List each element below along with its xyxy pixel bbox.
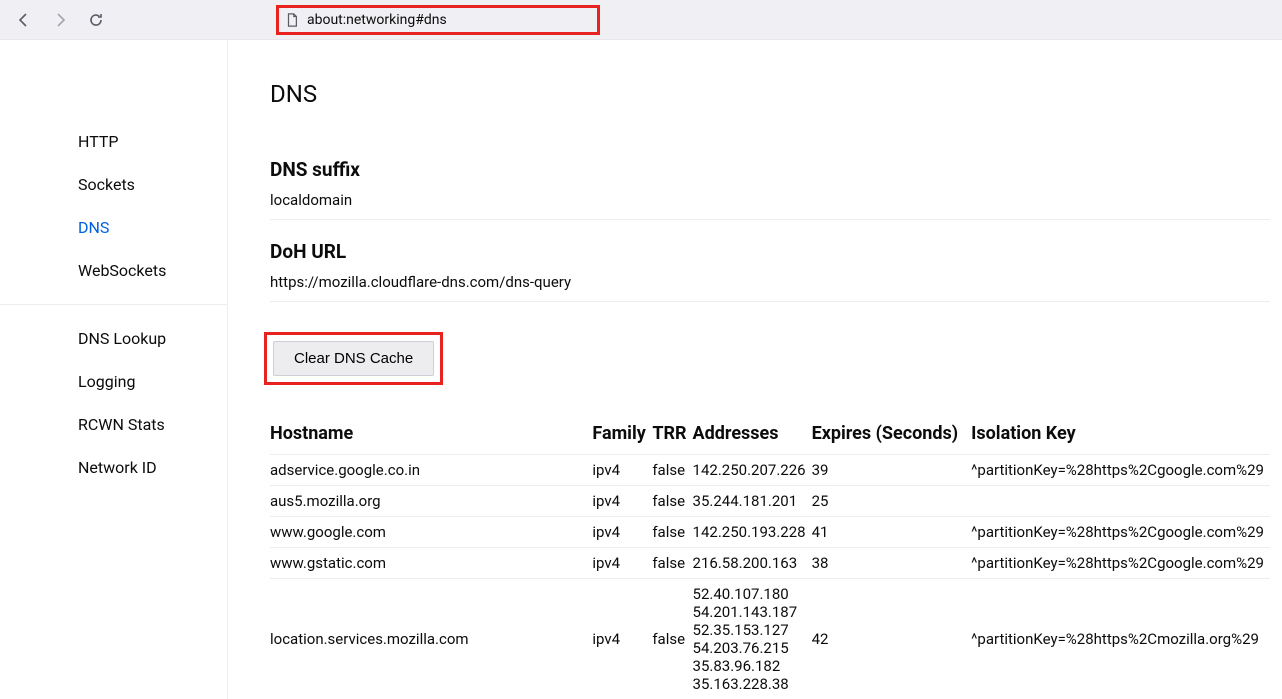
sidebar-item-rcwn-stats[interactable]: RCWN Stats xyxy=(78,403,227,446)
cell-addresses: 216.58.200.163 xyxy=(693,548,812,579)
sidebar-item-dns[interactable]: DNS xyxy=(78,206,227,249)
address-value: 52.40.107.180 xyxy=(693,585,806,603)
cell-expires: 41 xyxy=(812,517,972,548)
cell-addresses: 142.250.193.228 xyxy=(693,517,812,548)
address-value: 35.163.228.38 xyxy=(693,675,806,693)
cell-isolation: ^partitionKey=%28https%2Cgoogle.com%29 xyxy=(971,548,1270,579)
url-highlight: about:networking#dns xyxy=(276,5,600,35)
dns-table: Hostname Family TRR Addresses Expires (S… xyxy=(270,417,1270,699)
clear-button-highlight: Clear DNS Cache xyxy=(264,332,443,385)
cell-expires: 39 xyxy=(812,455,972,486)
column-trr: TRR xyxy=(652,417,692,455)
address-value: 54.201.143.187 xyxy=(693,603,806,621)
cell-family: ipv4 xyxy=(592,455,652,486)
address-value: 216.58.200.163 xyxy=(693,554,806,572)
divider xyxy=(270,301,1270,302)
main-content: DNS DNS suffix localdomain DoH URL https… xyxy=(228,40,1282,699)
cell-trr: false xyxy=(652,579,692,699)
page-title: DNS xyxy=(270,80,1270,108)
browser-toolbar: about:networking#dns xyxy=(0,0,1282,40)
table-row: www.google.comipv4false142.250.193.228 41… xyxy=(270,517,1270,548)
dns-suffix-value: localdomain xyxy=(270,191,1270,219)
doh-url-value: https://mozilla.cloudflare-dns.com/dns-q… xyxy=(270,273,1270,301)
cell-trr: false xyxy=(652,486,692,517)
address-value: 52.35.153.127 xyxy=(693,621,806,639)
cell-hostname: adservice.google.co.in xyxy=(270,455,592,486)
address-value: 142.250.207.226 xyxy=(693,461,806,479)
column-addresses: Addresses xyxy=(693,417,812,455)
cell-family: ipv4 xyxy=(592,548,652,579)
address-value: 35.244.181.201 xyxy=(693,492,806,510)
cell-family: ipv4 xyxy=(592,486,652,517)
sidebar-item-dns-lookup[interactable]: DNS Lookup xyxy=(78,317,227,360)
cell-expires: 42 xyxy=(812,579,972,699)
forward-button[interactable] xyxy=(44,4,76,36)
table-row: www.gstatic.comipv4false216.58.200.163 38… xyxy=(270,548,1270,579)
table-row: adservice.google.co.inipv4false142.250.2… xyxy=(270,455,1270,486)
cell-isolation: ^partitionKey=%28https%2Cgoogle.com%29 xyxy=(971,517,1270,548)
cell-isolation: ^partitionKey=%28https%2Cmozilla.org%29 xyxy=(971,579,1270,699)
divider xyxy=(270,219,1270,220)
url-text: about:networking#dns xyxy=(307,12,447,28)
cell-isolation: ^partitionKey=%28https%2Cgoogle.com%29 xyxy=(971,455,1270,486)
cell-hostname: location.services.mozilla.com xyxy=(270,579,592,699)
column-expires: Expires (Seconds) xyxy=(812,417,972,455)
url-bar[interactable]: about:networking#dns xyxy=(276,5,600,35)
cell-expires: 38 xyxy=(812,548,972,579)
cell-hostname: www.google.com xyxy=(270,517,592,548)
sidebar: HTTP Sockets DNS WebSockets DNS Lookup L… xyxy=(0,40,228,699)
cell-family: ipv4 xyxy=(592,517,652,548)
column-isolation: Isolation Key xyxy=(971,417,1270,455)
address-value: 142.250.193.228 xyxy=(693,523,806,541)
address-value: 35.83.96.182 xyxy=(693,657,806,675)
arrow-right-icon xyxy=(52,12,68,28)
sidebar-item-http[interactable]: HTTP xyxy=(78,120,227,163)
reload-icon xyxy=(88,12,104,28)
back-button[interactable] xyxy=(8,4,40,36)
dns-suffix-heading: DNS suffix xyxy=(270,158,1270,181)
cell-addresses: 52.40.107.18054.201.143.18752.35.153.127… xyxy=(693,579,812,699)
sidebar-item-network-id[interactable]: Network ID xyxy=(78,446,227,489)
sidebar-item-logging[interactable]: Logging xyxy=(78,360,227,403)
cell-addresses: 35.244.181.201 xyxy=(693,486,812,517)
cell-addresses: 142.250.207.226 xyxy=(693,455,812,486)
sidebar-item-websockets[interactable]: WebSockets xyxy=(78,249,227,292)
page-icon xyxy=(285,13,299,27)
doh-url-heading: DoH URL xyxy=(270,240,1270,263)
cell-trr: false xyxy=(652,517,692,548)
sidebar-divider xyxy=(0,304,227,305)
sidebar-item-sockets[interactable]: Sockets xyxy=(78,163,227,206)
reload-button[interactable] xyxy=(80,4,112,36)
cell-hostname: aus5.mozilla.org xyxy=(270,486,592,517)
clear-dns-cache-button[interactable]: Clear DNS Cache xyxy=(273,341,434,376)
cell-family: ipv4 xyxy=(592,579,652,699)
address-value: 54.203.76.215 xyxy=(693,639,806,657)
cell-hostname: www.gstatic.com xyxy=(270,548,592,579)
table-row: aus5.mozilla.orgipv4false35.244.181.201 2… xyxy=(270,486,1270,517)
cell-isolation xyxy=(971,486,1270,517)
column-hostname: Hostname xyxy=(270,417,592,455)
table-row: location.services.mozilla.comipv4false52… xyxy=(270,579,1270,699)
column-family: Family xyxy=(592,417,652,455)
cell-trr: false xyxy=(652,455,692,486)
cell-trr: false xyxy=(652,548,692,579)
arrow-left-icon xyxy=(16,12,32,28)
cell-expires: 25 xyxy=(812,486,972,517)
